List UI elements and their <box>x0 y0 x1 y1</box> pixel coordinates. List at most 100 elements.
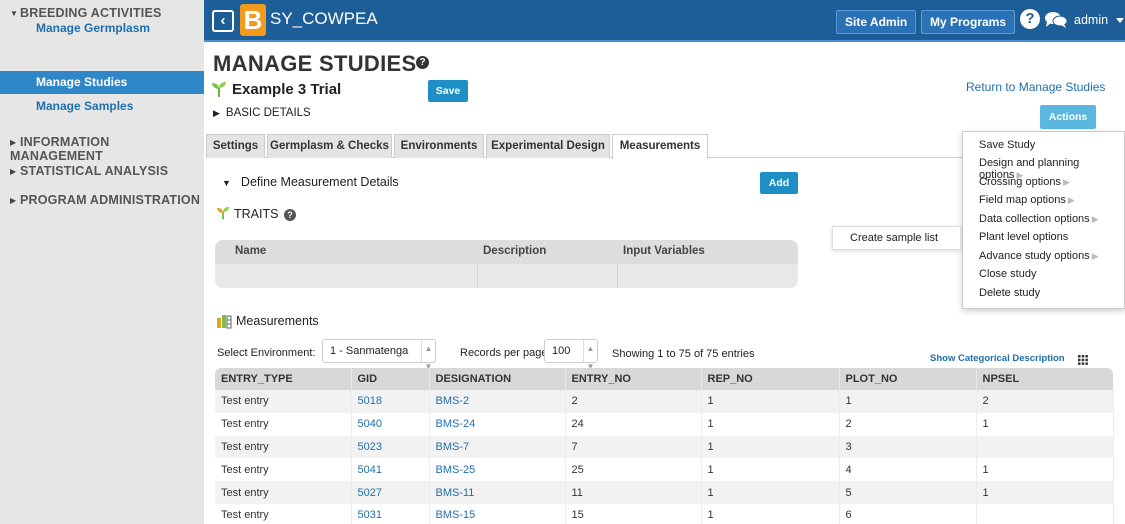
cell-gid-link[interactable]: 5040 <box>351 412 430 436</box>
measurements-icon <box>217 315 232 329</box>
cell-gid-link[interactable]: 5031 <box>351 503 430 524</box>
actions-button[interactable]: Actions <box>1040 105 1096 129</box>
help-icon[interactable]: ? <box>283 209 296 221</box>
cell-rep-no: 1 <box>701 458 840 482</box>
cell-designation-link[interactable]: BMS-15 <box>429 503 566 524</box>
measurements-table: ENTRY_TYPE GID DESIGNATION ENTRY_NO REP_… <box>215 368 1114 524</box>
help-icon[interactable]: ? <box>416 56 429 69</box>
crop-name[interactable]: SY_COWPEA <box>270 9 378 29</box>
caret-right-icon: ▶ <box>10 167 17 176</box>
caret-down-icon[interactable] <box>1116 18 1124 23</box>
menu-item-crossing[interactable]: Crossing options ▶ <box>979 176 1070 188</box>
table-row[interactable]: Test entry 5040 BMS-24 24 1 2 1 <box>215 412 1114 436</box>
menu-item-field-map[interactable]: Field map options ▶ <box>979 194 1075 206</box>
study-name: Example 3 Trial <box>232 81 342 98</box>
traits-col-name[interactable]: Name <box>235 245 266 257</box>
caret-right-icon: ▶ <box>10 138 17 147</box>
menu-item-plant-level[interactable]: Plant level options <box>979 231 1068 243</box>
basic-details-toggle[interactable]: ▶ BASIC DETAILS <box>213 107 311 119</box>
tab-measurements[interactable]: Measurements <box>612 134 708 159</box>
cell-gid-link[interactable]: 5027 <box>351 481 430 504</box>
table-row[interactable]: Test entry 5027 BMS-11 11 1 5 1 <box>215 481 1114 504</box>
cell-plot-no: 4 <box>839 458 977 482</box>
cell-gid-link[interactable]: 5041 <box>351 458 430 482</box>
site-admin-button[interactable]: Site Admin <box>836 10 917 34</box>
cell-designation-link[interactable]: BMS-7 <box>429 435 566 459</box>
top-bar: ‹ B SY_COWPEA Site Admin My Programs ? a… <box>204 0 1125 42</box>
col-gid[interactable]: GID <box>351 368 430 390</box>
col-entry-type[interactable]: ENTRY_TYPE <box>215 368 352 390</box>
app-logo[interactable]: B <box>240 4 266 36</box>
cell-rep-no: 1 <box>701 412 840 436</box>
caret-right-icon: ▶ <box>1062 177 1070 187</box>
menu-item-advance-study[interactable]: Advance study options ▶ <box>979 250 1099 262</box>
cell-gid-link[interactable]: 5018 <box>351 390 430 413</box>
cell-gid-link[interactable]: 5023 <box>351 435 430 459</box>
dropdown-arrow-icon: ▲ ▼ <box>421 340 435 371</box>
tab-experimental-design[interactable]: Experimental Design <box>486 134 610 158</box>
environment-select[interactable]: 1 - Sanmatenga ▲ ▼ <box>322 339 436 371</box>
cell-npsel[interactable]: 1 <box>976 412 1114 436</box>
tab-germplasm-checks[interactable]: Germplasm & Checks <box>267 134 392 158</box>
help-icon[interactable]: ? <box>1020 9 1040 29</box>
menu-item-save-study[interactable]: Save Study <box>979 139 1035 151</box>
cell-npsel[interactable]: 1 <box>976 481 1114 504</box>
cell-entry-type: Test entry <box>215 412 352 436</box>
cell-designation-link[interactable]: BMS-2 <box>429 390 566 413</box>
define-measurement-toggle[interactable]: ▼ Define Measurement Details <box>222 175 399 189</box>
table-row[interactable]: Test entry 5041 BMS-25 25 1 4 1 <box>215 458 1114 482</box>
col-rep-no[interactable]: REP_NO <box>701 368 840 390</box>
cell-plot-no: 5 <box>839 481 977 504</box>
cell-entry-no: 7 <box>565 435 702 459</box>
user-menu[interactable]: admin <box>1074 13 1108 27</box>
add-button[interactable]: Add <box>760 172 798 194</box>
col-plot-no[interactable]: PLOT_NO <box>839 368 977 390</box>
sidebar-item-manage-samples[interactable]: Manage Samples <box>0 95 204 118</box>
col-entry-no[interactable]: ENTRY_NO <box>565 368 702 390</box>
cell-npsel[interactable]: 2 <box>976 390 1114 413</box>
cell-designation-link[interactable]: BMS-24 <box>429 412 566 436</box>
save-button[interactable]: Save <box>428 80 468 102</box>
cell-designation-link[interactable]: BMS-25 <box>429 458 566 482</box>
col-designation[interactable]: DESIGNATION <box>429 368 566 390</box>
cell-designation-link[interactable]: BMS-11 <box>429 481 566 504</box>
sidebar-section-program-administration[interactable]: ▶ PROGRAM ADMINISTRATION <box>0 193 200 207</box>
traits-heading: TRAITS ? <box>234 207 296 221</box>
my-programs-button[interactable]: My Programs <box>921 10 1016 34</box>
records-per-page-select[interactable]: 100 ▲ ▼ <box>544 339 598 371</box>
menu-item-close-study[interactable]: Close study <box>979 268 1036 280</box>
cell-npsel[interactable]: 1 <box>976 458 1114 482</box>
cell-npsel[interactable] <box>976 503 1114 524</box>
traits-col-description[interactable]: Description <box>483 245 546 257</box>
table-row[interactable]: Test entry 5023 BMS-7 7 1 3 <box>215 435 1114 459</box>
cell-rep-no: 1 <box>701 503 840 524</box>
cell-npsel[interactable] <box>976 435 1114 459</box>
submenu-create-sample-list[interactable]: Create sample list <box>832 226 961 250</box>
cell-plot-no: 1 <box>839 390 977 413</box>
traits-col-input-variables[interactable]: Input Variables <box>623 245 705 257</box>
sidebar-section-information-management[interactable]: ▶ INFORMATION MANAGEMENT <box>0 135 204 163</box>
menu-item-data-collection[interactable]: Data collection options ▶ <box>979 213 1099 225</box>
table-row[interactable]: Test entry 5031 BMS-15 15 1 6 <box>215 503 1114 524</box>
tab-environments[interactable]: Environments <box>394 134 484 158</box>
cell-entry-no: 25 <box>565 458 702 482</box>
caret-right-icon: ▶ <box>1091 214 1099 224</box>
column-grid-icon[interactable] <box>1078 355 1088 365</box>
divider <box>477 264 478 288</box>
cell-entry-no: 24 <box>565 412 702 436</box>
chat-icon[interactable] <box>1044 11 1068 29</box>
sidebar-section-statistical-analysis[interactable]: ▶ STATISTICAL ANALYSIS <box>0 164 168 178</box>
menu-item-delete-study[interactable]: Delete study <box>979 287 1040 299</box>
chevron-left-icon: ‹ <box>220 12 226 29</box>
return-to-manage-studies-link[interactable]: Return to Manage Studies <box>966 80 1105 94</box>
show-categorical-description-link[interactable]: Show Categorical Description <box>930 353 1065 364</box>
sidebar-item-manage-germplasm[interactable]: Manage Germplasm <box>0 17 204 40</box>
cell-rep-no: 1 <box>701 390 840 413</box>
sidebar-item-manage-studies[interactable]: Manage Studies <box>0 71 204 94</box>
traits-icon <box>216 206 230 220</box>
back-button[interactable]: ‹ <box>212 10 234 32</box>
tab-settings[interactable]: Settings <box>206 134 265 158</box>
table-row[interactable]: Test entry 5018 BMS-2 2 1 1 2 <box>215 390 1114 413</box>
traits-table: Name Description Input Variables <box>215 240 798 288</box>
col-npsel[interactable]: NPSEL <box>976 368 1113 390</box>
